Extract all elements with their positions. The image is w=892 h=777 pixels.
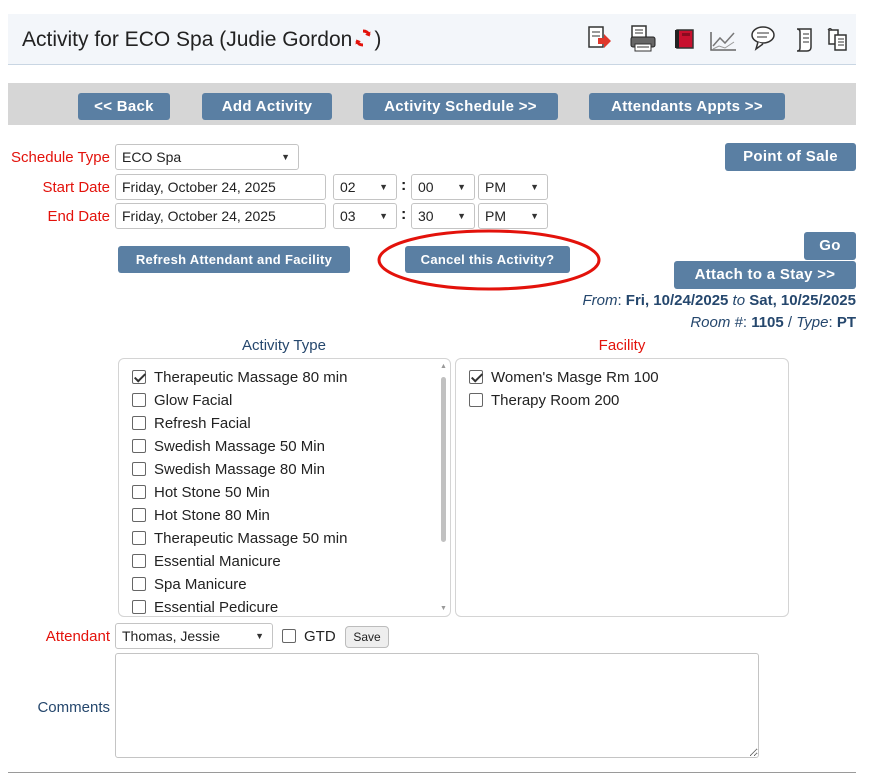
activity-type-item[interactable]: Essential Pedicure [132,599,278,616]
facility-heading: Facility [598,337,646,354]
comments-textarea[interactable] [115,653,759,758]
schedule-type-label: Schedule Type [11,149,110,166]
checkbox[interactable] [132,485,146,499]
activity-type-item-label: Therapeutic Massage 50 min [154,530,348,547]
facility-list: Women's Masge Rm 100 Therapy Room 200 [455,358,789,617]
refresh-icon[interactable] [353,28,373,54]
end-date-input[interactable]: Friday, October 24, 2025 [115,203,326,229]
activity-type-item[interactable]: Essential Manicure [132,553,281,570]
activity-type-item[interactable]: Refresh Facial [132,415,251,432]
activity-type-item[interactable]: Swedish Massage 50 Min [132,438,325,455]
scroll-down-icon[interactable]: ▼ [440,605,447,612]
activity-type-item-label: Essential Pedicure [154,599,279,616]
activity-type-item-label: Swedish Massage 50 Min [154,438,325,455]
page-title: Activity for ECO Spa (Judie Gordon) [22,28,381,54]
scroll-up-icon[interactable]: ▲ [440,363,447,370]
facility-item-label: Therapy Room 200 [491,392,620,409]
activity-type-item[interactable]: Therapeutic Massage 50 min [132,530,347,547]
scrollbar-thumb[interactable] [441,377,446,542]
chevron-down-icon: ▼ [457,182,466,192]
attendant-label: Attendant [45,628,110,645]
chevron-down-icon: ▼ [255,631,264,641]
chevron-down-icon: ▼ [530,211,539,221]
print-icon[interactable] [628,24,656,54]
footer-divider [8,772,856,773]
facility-item-label: Women's Masge Rm 100 [491,369,659,386]
chevron-down-icon: ▼ [379,182,388,192]
activity-type-heading: Activity Type [242,337,326,354]
activity-schedule-button[interactable]: Activity Schedule >> [363,93,558,120]
activity-type-item-label: Refresh Facial [154,415,251,432]
book-icon[interactable] [672,24,698,54]
checkbox[interactable] [469,393,483,407]
checkbox[interactable] [469,370,483,384]
stay-room-type: Room #: 1105 / Type: PT [690,314,856,331]
add-activity-button[interactable]: Add Activity [202,93,332,120]
refresh-attendant-facility-button[interactable]: Refresh Attendant and Facility [118,246,350,273]
activity-type-item[interactable]: Therapeutic Massage 80 min [132,369,347,386]
go-button[interactable]: Go [804,232,856,260]
end-hour-select[interactable]: 03 ▼ [333,203,397,229]
chart-icon[interactable] [708,24,736,54]
activity-type-item[interactable]: Hot Stone 80 Min [132,507,270,524]
highlight-circle [377,229,601,291]
attendant-select[interactable]: Thomas, Jessie ▼ [115,623,273,649]
activity-type-list: Therapeutic Massage 80 min Glow Facial Ref… [118,358,451,617]
checkbox[interactable] [132,554,146,568]
activity-type-item[interactable]: Glow Facial [132,392,232,409]
end-ampm-select[interactable]: PM ▼ [478,203,548,229]
export-icon[interactable] [586,24,612,54]
comment-icon[interactable] [750,24,776,54]
end-date-label: End Date [47,208,110,225]
activity-list-scrollbar[interactable]: ▲ ▼ [440,363,448,613]
start-minute-select[interactable]: 00 ▼ [411,174,475,200]
start-ampm-select[interactable]: PM ▼ [478,174,548,200]
attendants-appts-button[interactable]: Attendants Appts >> [589,93,785,120]
gtd-checkbox-wrap[interactable]: GTD [282,628,336,645]
back-button[interactable]: << Back [78,93,170,120]
start-hour-select[interactable]: 02 ▼ [333,174,397,200]
chevron-down-icon: ▼ [379,211,388,221]
facility-item[interactable]: Women's Masge Rm 100 [469,369,659,386]
checkbox[interactable] [132,531,146,545]
activity-type-item[interactable]: Hot Stone 50 Min [132,484,270,501]
checkbox[interactable] [132,393,146,407]
scroll-icon[interactable] [792,24,818,54]
attach-to-stay-button[interactable]: Attach to a Stay >> [674,261,856,289]
activity-type-item-label: Spa Manicure [154,576,247,593]
schedule-type-select[interactable]: ECO Spa ▼ [115,144,299,170]
activity-type-item-label: Essential Manicure [154,553,281,570]
checkbox[interactable] [132,439,146,453]
copy-icon[interactable] [824,24,850,54]
chevron-down-icon: ▼ [457,211,466,221]
activity-type-item-label: Swedish Massage 80 Min [154,461,325,478]
time-separator: : [401,206,407,223]
activity-type-item-label: Glow Facial [154,392,233,409]
checkbox[interactable] [132,600,146,614]
checkbox[interactable] [132,577,146,591]
activity-type-item-label: Hot Stone 50 Min [154,484,270,501]
gtd-checkbox[interactable] [282,629,296,643]
time-separator: : [401,177,407,194]
activity-type-item-label: Hot Stone 80 Min [154,507,270,524]
checkbox[interactable] [132,370,146,384]
end-minute-select[interactable]: 30 ▼ [411,203,475,229]
start-date-label: Start Date [42,179,110,196]
activity-type-item[interactable]: Spa Manicure [132,576,247,593]
activity-type-item[interactable]: Swedish Massage 80 Min [132,461,325,478]
comments-label: Comments [37,699,110,716]
page-header: Activity for ECO Spa (Judie Gordon) [8,14,856,65]
stay-dates: From: Fri, 10/24/2025 to Sat, 10/25/2025 [582,292,856,309]
checkbox[interactable] [132,508,146,522]
point-of-sale-button[interactable]: Point of Sale [725,143,856,171]
save-button[interactable]: Save [345,626,389,648]
checkbox[interactable] [132,416,146,430]
start-date-input[interactable]: Friday, October 24, 2025 [115,174,326,200]
facility-item[interactable]: Therapy Room 200 [469,392,619,409]
activity-type-item-label: Therapeutic Massage 80 min [154,369,348,386]
chevron-down-icon: ▼ [530,182,539,192]
checkbox[interactable] [132,462,146,476]
chevron-down-icon: ▼ [281,152,290,162]
